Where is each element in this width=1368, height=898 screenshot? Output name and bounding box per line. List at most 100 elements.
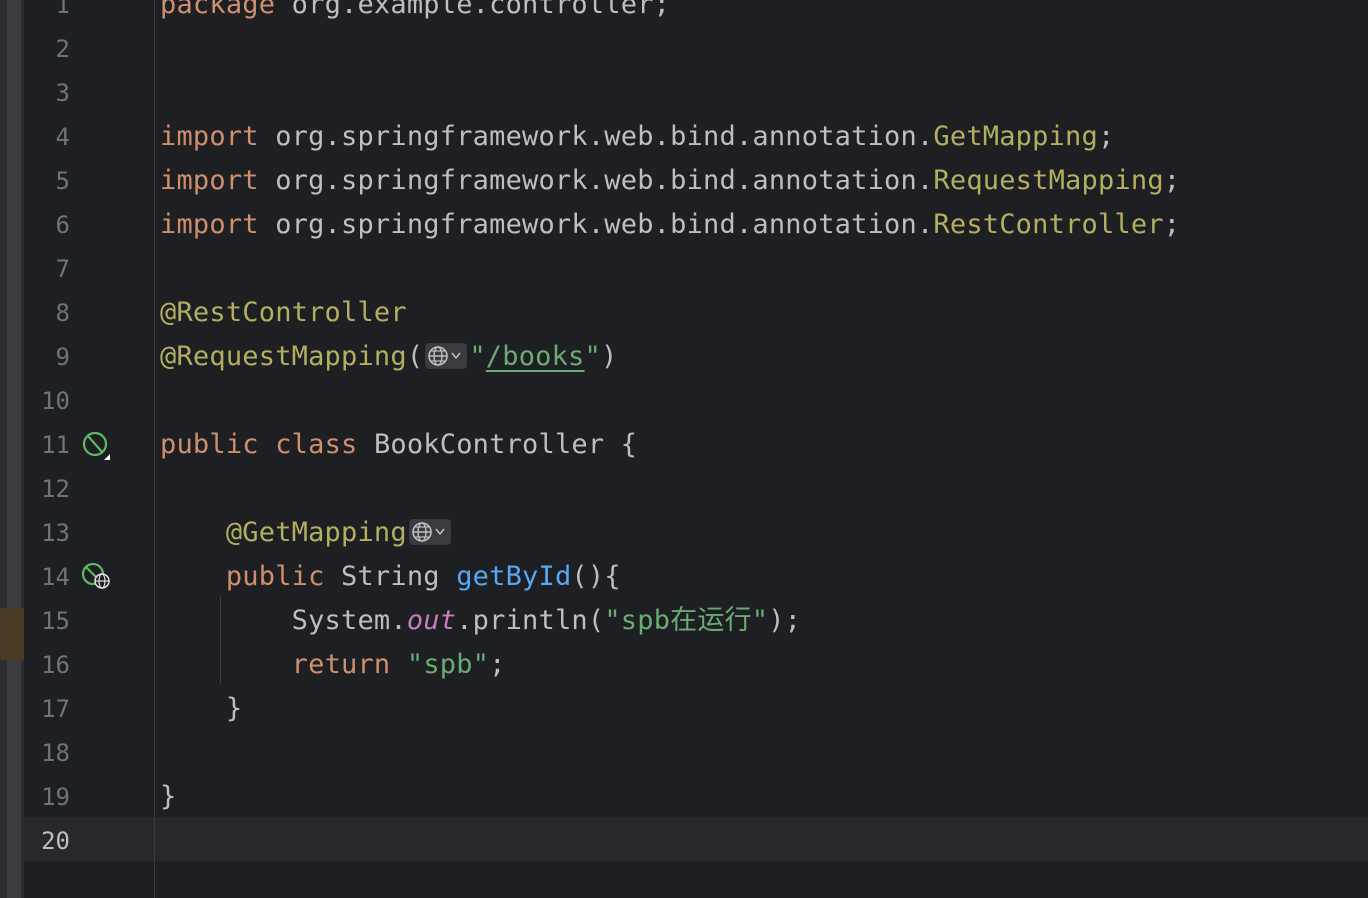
- line-number[interactable]: 19: [24, 785, 70, 809]
- code-text[interactable]: }: [160, 780, 176, 814]
- code-line[interactable]: 20: [24, 819, 1368, 863]
- line-number[interactable]: 2: [24, 37, 70, 61]
- line-number[interactable]: 15: [24, 609, 70, 633]
- code-token: BookController {: [357, 429, 638, 460]
- code-line[interactable]: 12: [24, 467, 1368, 511]
- code-token: .println(: [456, 605, 605, 636]
- code-text[interactable]: }: [160, 692, 242, 726]
- code-line[interactable]: 17 }: [24, 687, 1368, 731]
- globe-dropdown-icon[interactable]: [408, 518, 451, 545]
- code-text[interactable]: public String getById(){: [160, 560, 621, 594]
- code-line[interactable]: 19}: [24, 775, 1368, 819]
- line-number[interactable]: 16: [24, 653, 70, 677]
- spring-bean-icon[interactable]: [80, 430, 114, 460]
- code-text[interactable]: @RequestMapping( "/books"): [160, 340, 617, 374]
- code-text[interactable]: @RestController: [160, 296, 407, 330]
- code-token: ;: [1097, 121, 1115, 152]
- code-token: RestController: [933, 209, 1164, 240]
- code-line[interactable]: 14 public String getById(){: [24, 555, 1368, 599]
- globe-dropdown-icon[interactable]: [425, 342, 468, 369]
- code-token: public: [160, 429, 259, 460]
- line-number[interactable]: 17: [24, 697, 70, 721]
- code-token: org.springframework.web.bind.annotation.: [258, 121, 934, 152]
- code-line[interactable]: 6 import org.springframework.web.bind.ann…: [24, 203, 1368, 247]
- change-marker[interactable]: [0, 608, 24, 660]
- code-token: getById: [456, 561, 572, 592]
- code-token: System.: [160, 605, 407, 636]
- code-line[interactable]: 15 System.out.println("spb在运行");: [24, 599, 1368, 643]
- code-line[interactable]: 8 @RestController: [24, 291, 1368, 335]
- code-token: @RestController: [160, 297, 407, 328]
- code-token: org.example.controller;: [275, 0, 671, 20]
- code-line[interactable]: 1 package org.example.controller;: [24, 0, 1368, 27]
- line-number[interactable]: 12: [24, 477, 70, 501]
- code-text[interactable]: @GetMapping: [160, 516, 453, 550]
- code-token: (){: [571, 561, 621, 592]
- code-token: ": [469, 341, 486, 372]
- code-token: import: [160, 209, 259, 240]
- code-line[interactable]: 2: [24, 27, 1368, 71]
- code-token: import: [160, 165, 259, 196]
- spring-web-endpoint-icon[interactable]: [80, 562, 114, 592]
- line-number[interactable]: 9: [24, 345, 70, 369]
- line-number[interactable]: 13: [24, 521, 70, 545]
- line-number[interactable]: 3: [24, 81, 70, 105]
- code-token: RequestMapping: [933, 165, 1164, 196]
- line-number[interactable]: 6: [24, 213, 70, 237]
- code-line[interactable]: 18: [24, 731, 1368, 775]
- code-text[interactable]: public class BookController {: [160, 428, 637, 462]
- code-token: ;: [1163, 165, 1181, 196]
- code-token: out: [406, 605, 457, 636]
- code-text[interactable]: return "spb";: [160, 648, 506, 682]
- code-text[interactable]: import org.springframework.web.bind.anno…: [160, 120, 1114, 154]
- code-text[interactable]: import org.springframework.web.bind.anno…: [160, 164, 1180, 198]
- code-editor[interactable]: 1 package org.example.controller; 2 3 4 impor…: [0, 0, 1368, 898]
- line-number[interactable]: 10: [24, 389, 70, 413]
- strip-scroll-track: [7, 0, 21, 898]
- code-token: ;: [1163, 209, 1181, 240]
- line-number[interactable]: 7: [24, 257, 70, 281]
- code-line[interactable]: 9 @RequestMapping( "/books"): [24, 335, 1368, 379]
- code-token: (: [406, 341, 424, 372]
- code-token: GetMapping: [933, 121, 1098, 152]
- code-token: import: [160, 121, 259, 152]
- code-token: "spb在运行": [604, 605, 769, 636]
- code-token: ;: [489, 649, 506, 680]
- code-token: public: [225, 561, 325, 592]
- code-token: return: [291, 649, 391, 680]
- code-token: class: [275, 429, 358, 460]
- line-number[interactable]: 5: [24, 169, 70, 193]
- code-token: ": [584, 341, 601, 372]
- tool-window-strip: [0, 0, 24, 898]
- code-token: );: [768, 605, 802, 636]
- code-line[interactable]: 4 import org.springframework.web.bind.ann…: [24, 115, 1368, 159]
- code-text[interactable]: package org.example.controller;: [160, 0, 670, 22]
- code-text[interactable]: System.out.println("spb在运行");: [160, 604, 801, 638]
- code-line[interactable]: 7: [24, 247, 1368, 291]
- code-token: @GetMapping: [225, 517, 407, 548]
- line-number[interactable]: 11: [24, 433, 70, 457]
- code-line[interactable]: 5 import org.springframework.web.bind.ann…: [24, 159, 1368, 203]
- line-number[interactable]: 14: [24, 565, 70, 589]
- code-line[interactable]: 11 public class BookController {: [24, 423, 1368, 467]
- code-token: org.springframework.web.bind.annotation.: [258, 165, 934, 196]
- code-token: /books: [485, 341, 585, 372]
- line-number[interactable]: 4: [24, 125, 70, 149]
- code-token: }: [160, 693, 243, 724]
- code-line[interactable]: 10: [24, 379, 1368, 423]
- code-text[interactable]: import org.springframework.web.bind.anno…: [160, 208, 1180, 242]
- line-number[interactable]: 1: [24, 0, 70, 17]
- line-number[interactable]: 20: [24, 829, 70, 853]
- line-number[interactable]: 18: [24, 741, 70, 765]
- code-token: @RequestMapping: [160, 341, 407, 372]
- code-line[interactable]: 3: [24, 71, 1368, 115]
- line-number[interactable]: 8: [24, 301, 70, 325]
- code-line[interactable]: 16 return "spb";: [24, 643, 1368, 687]
- code-line[interactable]: 13 @GetMapping: [24, 511, 1368, 555]
- code-token: ): [600, 341, 618, 372]
